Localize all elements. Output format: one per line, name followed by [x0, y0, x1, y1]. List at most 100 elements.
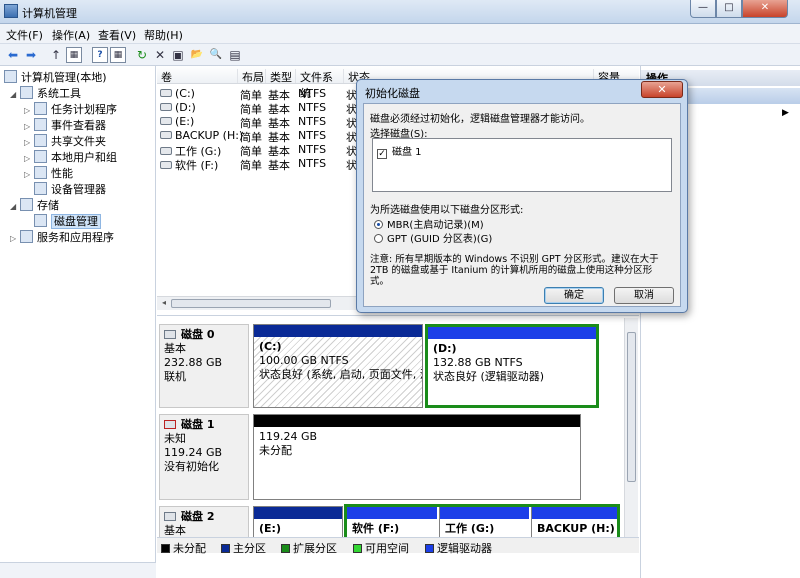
tree-item-storage[interactable]: ◢ 存储	[10, 197, 59, 213]
close-button[interactable]: ✕	[742, 0, 788, 18]
open-folder-icon[interactable]: 📂	[189, 47, 205, 63]
services-icon	[20, 230, 33, 243]
window-title: 计算机管理	[22, 7, 77, 20]
export-list-icon[interactable]: ▤	[227, 47, 243, 63]
gpt-option[interactable]: GPT (GUID 分区表)(G)	[374, 230, 492, 245]
partition-e[interactable]: (E:)	[253, 506, 343, 537]
tree-item-shared-folders[interactable]: ▷ 共享文件夹	[24, 133, 106, 149]
tree-root[interactable]: 计算机管理(本地)	[4, 69, 107, 85]
collapse-arrow-icon[interactable]: ◢	[10, 90, 20, 99]
tree-label: 服务和应用程序	[37, 231, 114, 244]
minimize-button[interactable]: —	[690, 0, 716, 18]
legend-label: 未分配	[173, 542, 206, 555]
partition-name: BACKUP (H:)	[537, 522, 615, 535]
forward-icon[interactable]: ➡	[23, 47, 39, 63]
maximize-button[interactable]: □	[716, 0, 742, 18]
partition-status: 未分配	[259, 444, 292, 457]
tree-item-system-tools[interactable]: ◢ 系统工具	[10, 85, 81, 101]
ok-button[interactable]: 确定	[544, 287, 604, 304]
volume-name-text: (E:)	[175, 115, 195, 128]
menu-action[interactable]: 操作(A)	[52, 27, 90, 43]
tree-label: 本地用户和组	[51, 151, 117, 164]
expand-arrow-icon[interactable]: ▷	[10, 234, 20, 243]
partition-h[interactable]: BACKUP (H:)	[531, 507, 617, 537]
scroll-thumb[interactable]	[171, 299, 331, 308]
clock-icon	[34, 102, 47, 115]
partition-c[interactable]: (C:) 100.00 GB NTFS 状态良好 (系统, 启动, 页面文件, …	[253, 324, 423, 408]
refresh-icon[interactable]: ↻	[134, 47, 150, 63]
users-icon	[34, 150, 47, 163]
legend-free: 可用空间	[353, 540, 409, 556]
column-volume[interactable]: 卷	[157, 69, 237, 84]
disk0-info[interactable]: 磁盘 0 基本 232.88 GB 联机	[159, 324, 249, 408]
drive-icon	[160, 147, 172, 155]
drive-icon	[160, 161, 172, 169]
show-hide-action-icon[interactable]: ▦	[110, 47, 126, 63]
expand-arrow-icon[interactable]: ▷	[24, 138, 34, 147]
partition-unallocated[interactable]: 119.24 GB 未分配	[253, 414, 581, 500]
app-icon	[4, 4, 18, 18]
dialog-title-bar[interactable]: 初始化磁盘 ✕	[357, 80, 687, 102]
scroll-left-icon[interactable]: ◂	[158, 298, 170, 307]
tree-item-device-manager[interactable]: 设备管理器	[24, 181, 106, 197]
column-filesystem[interactable]: 文件系统	[295, 69, 343, 100]
partition-f[interactable]: 软件 (F:)	[347, 507, 437, 537]
mbr-option[interactable]: MBR(主启动记录)(M)	[374, 216, 484, 231]
collapse-arrow-icon[interactable]: ◢	[10, 202, 20, 211]
expand-arrow-icon[interactable]: ▷	[24, 170, 34, 179]
disk2-type: 基本	[164, 524, 186, 537]
tree-item-services[interactable]: ▷ 服务和应用程序	[10, 229, 114, 245]
disk-checkbox[interactable]: ✓	[377, 149, 387, 159]
cancel-button[interactable]: 取消	[614, 287, 674, 304]
scroll-thumb[interactable]	[627, 332, 636, 482]
partition-style-label: 为所选磁盘使用以下磁盘分区形式:	[370, 205, 524, 216]
tree-item-performance[interactable]: ▷ 性能	[24, 165, 73, 181]
volume-fs: NTFS	[298, 129, 327, 142]
disk2-info[interactable]: 磁盘 2 基本	[159, 506, 249, 537]
disk-select-list[interactable]: ✓ 磁盘 1	[372, 138, 672, 192]
column-layout[interactable]: 布局	[237, 69, 265, 84]
disk2-title: 磁盘 2	[181, 510, 215, 523]
back-icon[interactable]: ⬅	[5, 47, 21, 63]
volume-type: 基本	[268, 159, 290, 172]
expand-arrow-icon[interactable]: ▷	[24, 122, 34, 131]
volume-name-text: (D:)	[175, 101, 196, 114]
gpt-radio[interactable]	[374, 234, 383, 243]
tree-item-disk-management[interactable]: 磁盘管理	[24, 213, 101, 229]
help-icon[interactable]: ?	[92, 47, 108, 63]
note-line-3: 式。	[370, 276, 390, 287]
storage-icon	[20, 198, 33, 211]
tree-item-local-users[interactable]: ▷ 本地用户和组	[24, 149, 117, 165]
menu-file[interactable]: 文件(F)	[6, 27, 43, 43]
column-type[interactable]: 类型	[265, 69, 295, 84]
mbr-radio[interactable]	[374, 220, 383, 229]
disk1-info[interactable]: 磁盘 1 未知 119.24 GB 没有初始化	[159, 414, 249, 500]
menu-help[interactable]: 帮助(H)	[144, 27, 183, 43]
up-level-icon[interactable]: ↑	[48, 47, 64, 63]
logical-drive-band	[347, 507, 437, 519]
tree-item-task-scheduler[interactable]: ▷ 任务计划程序	[24, 101, 117, 117]
disk0-size: 232.88 GB	[164, 356, 223, 369]
expand-arrow-icon[interactable]: ▷	[24, 106, 34, 115]
partition-name: (D:)	[433, 342, 457, 355]
disk-list-item[interactable]: ✓ 磁盘 1	[377, 143, 422, 159]
delete-icon[interactable]: ✕	[152, 47, 168, 63]
properties-icon[interactable]: ▣	[170, 47, 186, 63]
submenu-arrow-icon[interactable]: ▶	[782, 108, 789, 118]
tools-icon	[20, 86, 33, 99]
legend-swatch	[221, 544, 230, 553]
initialize-disk-dialog: 初始化磁盘 ✕ 磁盘必须经过初始化，逻辑磁盘管理器才能访问。 选择磁盘(S): …	[356, 79, 688, 313]
expand-arrow-icon[interactable]: ▷	[24, 154, 34, 163]
show-hide-tree-icon[interactable]: ▦	[66, 47, 82, 63]
partition-g[interactable]: 工作 (G:)	[439, 507, 529, 537]
vertical-scrollbar[interactable]	[624, 318, 638, 537]
dialog-close-button[interactable]: ✕	[641, 81, 683, 98]
partition-d[interactable]: (D:) 132.88 GB NTFS 状态良好 (逻辑驱动器)	[425, 324, 599, 408]
tree-item-event-viewer[interactable]: ▷ 事件查看器	[24, 117, 106, 133]
volume-name: (D:)	[160, 101, 196, 114]
search-icon[interactable]: 🔍	[208, 47, 224, 63]
drive-icon	[160, 131, 172, 139]
extended-partition[interactable]: 软件 (F:) 工作 (G:) BACKUP (H:)	[344, 504, 620, 537]
menu-view[interactable]: 查看(V)	[98, 27, 136, 43]
drive-icon	[160, 103, 172, 111]
